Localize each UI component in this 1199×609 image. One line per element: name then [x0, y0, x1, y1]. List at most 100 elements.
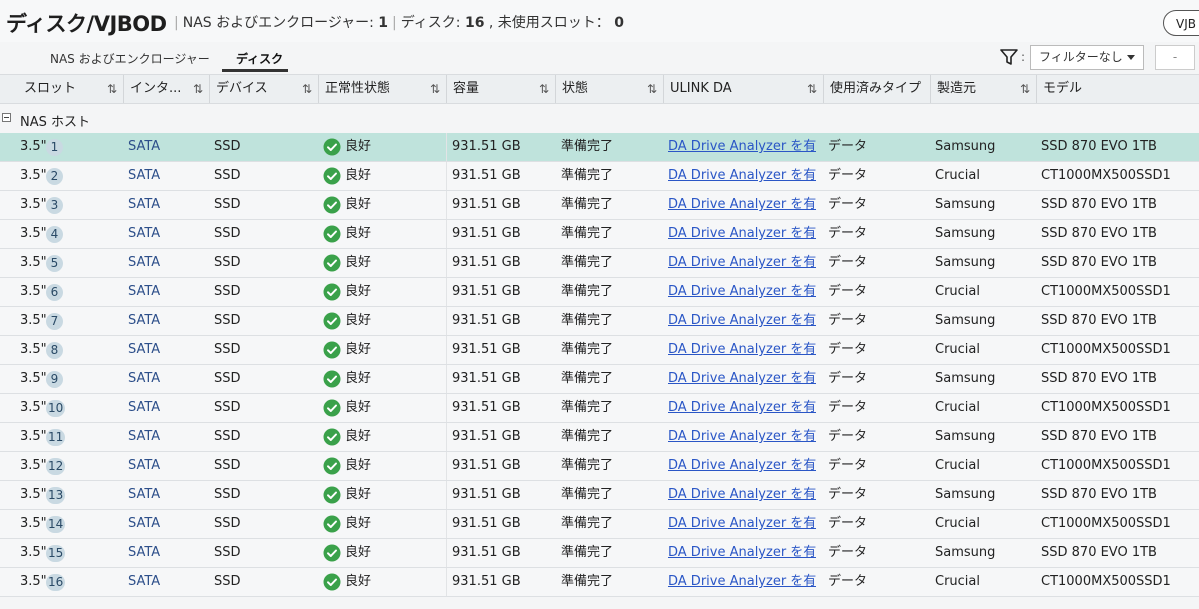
column-header-slot[interactable]: スロット ⇅ — [0, 75, 123, 103]
tab-nas-enclosure[interactable]: NAS およびエンクロージャー — [50, 50, 210, 67]
slot-number-badge: 14 — [46, 516, 66, 533]
disk-label: ディスク: — [400, 15, 465, 31]
model-cell: SSD 870 EVO 1TB — [1041, 487, 1157, 502]
ulink-da-link[interactable]: DA Drive Analyzer を有... — [668, 249, 816, 277]
table-row[interactable]: 3.5" 10 SATA SSD 良好 931.51 GB 準備完了 DA Dr… — [0, 394, 1199, 423]
unused-slot-label: , 未使用スロット： — [484, 15, 615, 31]
interface-cell: SATA — [128, 429, 161, 444]
ulink-da-link[interactable]: DA Drive Analyzer を有... — [668, 336, 816, 364]
filter-dropdown[interactable]: フィルターなし — [1030, 45, 1144, 70]
check-circle-icon — [323, 573, 341, 591]
slot-number-badge: 1 — [46, 139, 63, 156]
column-header-health[interactable]: 正常性状態 ⇅ — [318, 75, 446, 103]
manufacturer-cell: Samsung — [935, 226, 996, 241]
table-row[interactable]: 3.5" 3 SATA SSD 良好 931.51 GB 準備完了 DA Dri… — [0, 191, 1199, 220]
column-header-model[interactable]: モデル — [1036, 75, 1199, 103]
model-cell: CT1000MX500SSD1 — [1041, 284, 1171, 299]
column-divider — [446, 568, 447, 596]
ulink-da-link[interactable]: DA Drive Analyzer を有... — [668, 307, 816, 335]
table-row[interactable]: 3.5" 16 SATA SSD 良好 931.51 GB 準備完了 DA Dr… — [0, 568, 1199, 597]
ulink-da-link[interactable]: DA Drive Analyzer を有... — [668, 133, 816, 161]
health-cell: 良好 — [323, 423, 371, 451]
ulink-da-link[interactable]: DA Drive Analyzer を有... — [668, 452, 816, 480]
ulink-da-link[interactable]: DA Drive Analyzer を有... — [668, 481, 816, 509]
ulink-da-link[interactable]: DA Drive Analyzer を有... — [668, 191, 816, 219]
collapse-icon[interactable] — [2, 113, 11, 122]
status-cell: 準備完了 — [561, 545, 614, 560]
group-label: NAS ホスト — [20, 115, 91, 130]
unused-slot-count: 0 — [614, 15, 624, 31]
table-row[interactable]: 3.5" 6 SATA SSD 良好 931.51 GB 準備完了 DA Dri… — [0, 278, 1199, 307]
capacity-cell: 931.51 GB — [452, 371, 521, 386]
capacity-cell: 931.51 GB — [452, 574, 521, 589]
table-row[interactable]: 3.5" 9 SATA SSD 良好 931.51 GB 準備完了 DA Dri… — [0, 365, 1199, 394]
table-row[interactable]: 3.5" 12 SATA SSD 良好 931.51 GB 準備完了 DA Dr… — [0, 452, 1199, 481]
sort-icon: ⇅ — [1019, 82, 1030, 96]
table-row[interactable]: 3.5" 2 SATA SSD 良好 931.51 GB 準備完了 DA Dri… — [0, 162, 1199, 191]
sort-icon: ⇅ — [106, 82, 117, 96]
slot-type: 3.5" — [20, 168, 47, 183]
column-divider — [446, 510, 447, 538]
sort-icon: ⇅ — [538, 82, 549, 96]
slot-number-badge: 12 — [46, 458, 66, 475]
health-cell: 良好 — [323, 278, 371, 306]
ulink-da-link[interactable]: DA Drive Analyzer を有... — [668, 568, 816, 596]
table-row[interactable]: 3.5" 1 SATA SSD 良好 931.51 GB 準備完了 DA Dri… — [0, 133, 1199, 162]
slot-type: 3.5" — [20, 516, 47, 531]
manufacturer-cell: Samsung — [935, 545, 996, 560]
table-row[interactable]: 3.5" 14 SATA SSD 良好 931.51 GB 準備完了 DA Dr… — [0, 510, 1199, 539]
column-divider — [446, 336, 447, 364]
ulink-da-link[interactable]: DA Drive Analyzer を有... — [668, 162, 816, 190]
manufacturer-cell: Crucial — [935, 168, 980, 183]
slot-type: 3.5" — [20, 574, 47, 589]
table-row[interactable]: 3.5" 4 SATA SSD 良好 931.51 GB 準備完了 DA Dri… — [0, 220, 1199, 249]
tab-disks[interactable]: ディスク — [236, 50, 283, 67]
table-row[interactable]: 3.5" 5 SATA SSD 良好 931.51 GB 準備完了 DA Dri… — [0, 249, 1199, 278]
check-circle-icon — [323, 225, 341, 243]
ulink-da-link[interactable]: DA Drive Analyzer を有... — [668, 220, 816, 248]
filter-icon[interactable] — [1000, 48, 1018, 66]
column-divider — [446, 278, 447, 306]
ulink-da-link[interactable]: DA Drive Analyzer を有... — [668, 423, 816, 451]
column-label: 製造元 — [937, 81, 977, 96]
table-row[interactable]: 3.5" 11 SATA SSD 良好 931.51 GB 準備完了 DA Dr… — [0, 423, 1199, 452]
disk-count: 16 — [464, 15, 485, 31]
sort-icon: ⇅ — [429, 82, 440, 96]
table-header: スロット ⇅ インタ... ⇅ デバイス ⇅ 正常性状態 ⇅ 容量 ⇅ 状態 ⇅ ULINK… — [0, 74, 1199, 104]
group-row-nas-host[interactable]: NAS ホスト — [0, 106, 1199, 132]
column-header-usage-type[interactable]: 使用済みタイプ — [823, 75, 930, 103]
capacity-cell: 931.51 GB — [452, 168, 521, 183]
table-row[interactable]: 3.5" 8 SATA SSD 良好 931.51 GB 準備完了 DA Dri… — [0, 336, 1199, 365]
table-row[interactable]: 3.5" 13 SATA SSD 良好 931.51 GB 準備完了 DA Dr… — [0, 481, 1199, 510]
health-cell: 良好 — [323, 307, 371, 335]
health-status: 良好 — [345, 516, 372, 531]
interface-cell: SATA — [128, 458, 161, 473]
ulink-da-link[interactable]: DA Drive Analyzer を有... — [668, 278, 816, 306]
column-header-capacity[interactable]: 容量 ⇅ — [446, 75, 555, 103]
column-header-status[interactable]: 状態 ⇅ — [555, 75, 663, 103]
ulink-da-link[interactable]: DA Drive Analyzer を有... — [668, 539, 816, 567]
device-cell: SSD — [214, 545, 241, 560]
slot-type: 3.5" — [20, 313, 47, 328]
health-cell: 良好 — [323, 568, 371, 596]
column-header-device[interactable]: デバイス ⇅ — [209, 75, 318, 103]
ulink-da-link[interactable]: DA Drive Analyzer を有... — [668, 394, 816, 422]
health-status: 良好 — [345, 168, 372, 183]
usage-type-cell: データ — [828, 342, 868, 357]
ulink-da-link[interactable]: DA Drive Analyzer を有... — [668, 365, 816, 393]
column-header-ulink[interactable]: ULINK DA ⇅ — [663, 75, 823, 103]
model-cell: CT1000MX500SSD1 — [1041, 458, 1171, 473]
table-row[interactable]: 3.5" 15 SATA SSD 良好 931.51 GB 準備完了 DA Dr… — [0, 539, 1199, 568]
vjbod-button[interactable]: VJB — [1163, 10, 1199, 36]
usage-type-cell: データ — [828, 400, 868, 415]
ulink-da-link[interactable]: DA Drive Analyzer を有... — [668, 510, 816, 538]
column-header-manufacturer[interactable]: 製造元 ⇅ — [930, 75, 1036, 103]
device-cell: SSD — [214, 371, 241, 386]
slot-number-badge: 10 — [46, 400, 66, 417]
toolbar-more-button[interactable]: - — [1155, 45, 1195, 70]
usage-type-cell: データ — [828, 197, 868, 212]
status-cell: 準備完了 — [561, 168, 614, 183]
manufacturer-cell: Crucial — [935, 400, 980, 415]
column-header-interface[interactable]: インタ... ⇅ — [123, 75, 209, 103]
table-row[interactable]: 3.5" 7 SATA SSD 良好 931.51 GB 準備完了 DA Dri… — [0, 307, 1199, 336]
